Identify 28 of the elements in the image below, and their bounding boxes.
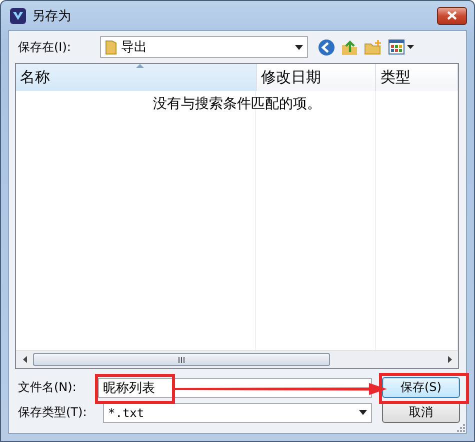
- empty-list-message: 没有与搜索条件匹配的项。: [152, 95, 322, 113]
- cancel-button[interactable]: 取消: [382, 402, 460, 423]
- up-folder-icon[interactable]: [341, 38, 358, 56]
- scroll-grip-icon: [178, 356, 185, 362]
- location-label: 保存在(I):: [17, 38, 72, 56]
- file-type-dropdown[interactable]: *.txt: [103, 402, 372, 422]
- file-type-value: *.txt: [108, 406, 146, 420]
- scroll-right-icon[interactable]: [448, 356, 452, 363]
- close-button[interactable]: [437, 6, 467, 24]
- resize-grip-icon: [456, 423, 465, 432]
- column-header[interactable]: 类型: [376, 64, 458, 91]
- location-value: 导出: [121, 39, 148, 56]
- view-menu-icon[interactable]: [388, 39, 414, 55]
- column-header[interactable]: 名称: [16, 64, 257, 91]
- dropdown-caret-icon: [359, 410, 367, 415]
- file-type-label: 保存类型(T):: [18, 404, 88, 421]
- save-button[interactable]: 保存(S): [382, 377, 460, 398]
- location-dropdown[interactable]: 导出: [100, 36, 308, 58]
- close-icon: [447, 11, 457, 20]
- horizontal-scrollbar[interactable]: [16, 350, 458, 368]
- folder-icon: [105, 39, 117, 55]
- app-logo-icon: [10, 8, 26, 24]
- window-title: 另存为: [32, 8, 72, 24]
- sort-arrow-icon: [136, 64, 144, 68]
- column-header[interactable]: 修改日期: [256, 64, 376, 91]
- file-name-label: 文件名(N):: [18, 379, 78, 396]
- dropdown-caret-icon: [295, 44, 303, 50]
- scroll-left-icon[interactable]: [22, 356, 26, 363]
